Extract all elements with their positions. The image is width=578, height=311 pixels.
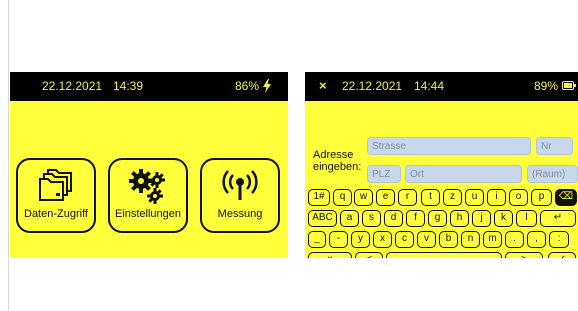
street-field[interactable]: Strasse: [367, 137, 531, 155]
key-j[interactable]: j: [472, 210, 491, 227]
numbers-key[interactable]: 1#: [308, 189, 330, 206]
key-u[interactable]: u: [465, 189, 484, 206]
backspace-key[interactable]: ⌫: [555, 189, 577, 206]
key-comma[interactable]: ,: [527, 231, 546, 248]
key-e[interactable]: e: [376, 189, 395, 206]
address-label-line1: Adresse: [313, 149, 354, 161]
battery-icon: [562, 81, 576, 90]
key-f[interactable]: f: [406, 210, 425, 227]
battery-percent: 89%: [534, 79, 559, 93]
key-s[interactable]: s: [362, 210, 381, 227]
key-colon[interactable]: :: [549, 231, 569, 248]
house-number-field[interactable]: Nr: [536, 137, 573, 155]
postal-code-field[interactable]: PLZ: [367, 165, 401, 183]
home-panel: Daten-Zugriff Einstellungen Messung: [10, 101, 288, 258]
data-access-tile[interactable]: Daten-Zugriff: [16, 158, 96, 233]
key-k[interactable]: k: [494, 210, 513, 227]
status-time: 14:44: [414, 79, 445, 93]
room-field[interactable]: (Raum): [527, 165, 578, 183]
folders-icon: [39, 169, 72, 201]
status-bar: × 22.12.2021 14:44 89%: [305, 72, 578, 101]
key-i[interactable]: i: [487, 189, 506, 206]
keyboard-close-key[interactable]: ×: [308, 252, 352, 258]
key-r[interactable]: r: [398, 189, 417, 206]
tile-label: Daten-Zugriff: [24, 208, 88, 220]
battery-percent: 86%: [235, 79, 260, 93]
shift-key[interactable]: ABC: [308, 210, 337, 227]
cursor-right-key[interactable]: >: [505, 252, 543, 258]
key-t[interactable]: t: [421, 189, 440, 206]
status-date: 22.12.2021: [42, 79, 103, 93]
status-bar: 22.12.2021 14:39 86%: [10, 72, 288, 101]
key-b[interactable]: b: [439, 231, 458, 248]
close-icon[interactable]: ×: [319, 78, 327, 93]
key-y[interactable]: y: [351, 231, 370, 248]
charging-bolt-icon: [263, 79, 271, 93]
key-underscore[interactable]: _: [308, 231, 326, 248]
key-m[interactable]: m: [483, 231, 502, 248]
antenna-icon: [222, 170, 258, 200]
key-x[interactable]: x: [373, 231, 392, 248]
tile-label: Einstellungen: [114, 208, 182, 220]
status-date: 22.12.2021: [342, 79, 403, 93]
home-screen: 22.12.2021 14:39 86% Daten-Zugriff Einst…: [10, 72, 288, 258]
key-v[interactable]: v: [417, 231, 436, 248]
city-field[interactable]: Ort: [405, 165, 522, 183]
key-q[interactable]: q: [333, 189, 352, 206]
key-hyphen[interactable]: -: [329, 231, 348, 248]
key-n[interactable]: n: [461, 231, 480, 248]
key-l[interactable]: l: [516, 210, 537, 227]
key-o[interactable]: o: [509, 189, 528, 206]
key-period[interactable]: .: [505, 231, 524, 248]
key-z[interactable]: z: [443, 189, 462, 206]
tile-label: Messung: [217, 208, 263, 220]
measurement-tile[interactable]: Messung: [200, 158, 280, 233]
status-time: 14:39: [113, 79, 144, 93]
key-d[interactable]: d: [384, 210, 403, 227]
confirm-key[interactable]: ✓: [548, 252, 576, 258]
cursor-left-key[interactable]: <: [355, 252, 383, 258]
frame-border: [8, 0, 9, 311]
enter-key[interactable]: ↵: [540, 210, 576, 227]
address-label: Adresse eingeben:: [313, 149, 361, 173]
on-screen-keyboard: 1#qwertzuiop⌫ ABCasdfghjkl↵ _-yxcvbnm.,: ×<…: [305, 189, 578, 258]
key-h[interactable]: h: [450, 210, 469, 227]
gears-icon: [129, 169, 165, 204]
address-input-screen: × 22.12.2021 14:44 89% Adresse eingeben:…: [305, 72, 578, 258]
settings-tile[interactable]: Einstellungen: [108, 158, 188, 233]
space-key[interactable]: [386, 252, 502, 258]
key-w[interactable]: w: [354, 189, 373, 206]
key-g[interactable]: g: [428, 210, 447, 227]
key-c[interactable]: c: [395, 231, 414, 248]
key-p[interactable]: p: [531, 189, 552, 206]
address-panel: Adresse eingeben: Strasse Nr PLZ Ort (Ra…: [305, 101, 578, 258]
key-a[interactable]: a: [340, 210, 359, 227]
address-label-line2: eingeben:: [313, 161, 362, 173]
